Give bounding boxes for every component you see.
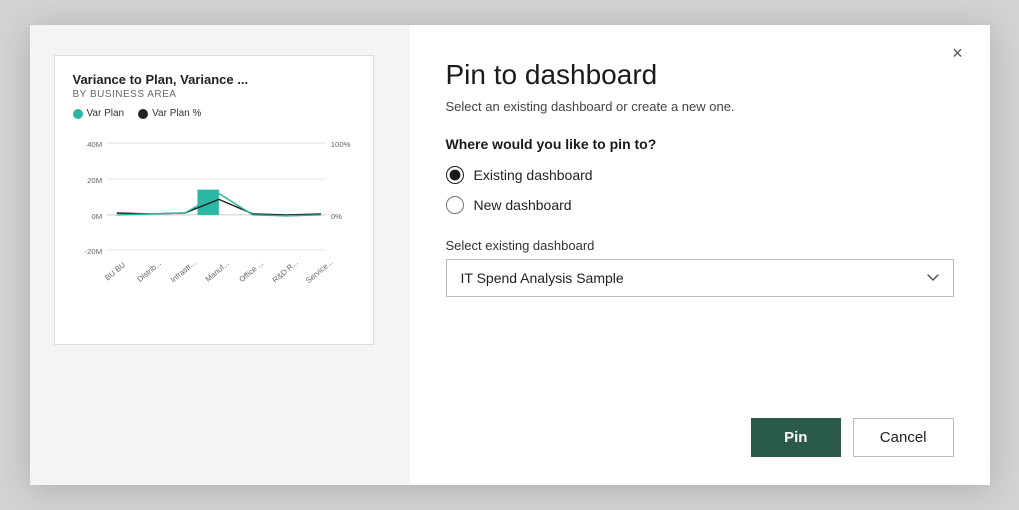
svg-text:100%: 100% [330, 140, 350, 149]
legend-label-var-plan: Var Plan [87, 108, 125, 119]
cancel-button[interactable]: Cancel [853, 418, 954, 457]
chart-preview-panel: Variance to Plan, Variance ... BY BUSINE… [30, 25, 410, 485]
pin-question: Where would you like to pin to? [446, 136, 954, 152]
svg-text:-20M: -20M [84, 247, 102, 256]
svg-text:Infrastr...: Infrastr... [168, 258, 197, 284]
select-existing-label: Select existing dashboard [446, 238, 954, 253]
chart-card: Variance to Plan, Variance ... BY BUSINE… [54, 55, 374, 345]
legend-item-var-plan: Var Plan [73, 108, 125, 119]
close-button[interactable]: × [944, 39, 972, 67]
svg-text:40M: 40M [87, 140, 102, 149]
svg-text:Distrib...: Distrib... [135, 259, 163, 284]
radio-new-dashboard[interactable]: New dashboard [446, 196, 954, 214]
dialog-title: Pin to dashboard [446, 59, 954, 91]
dialog-actions: Pin Cancel [446, 398, 954, 457]
bar-manuf [197, 190, 218, 215]
svg-text:Office ...: Office ... [237, 259, 265, 284]
overlay: Variance to Plan, Variance ... BY BUSINE… [0, 0, 1019, 510]
radio-new-label: New dashboard [474, 197, 572, 213]
chart-title: Variance to Plan, Variance ... [73, 72, 355, 87]
svg-text:0%: 0% [330, 212, 341, 221]
svg-text:R&D R...: R&D R... [270, 258, 299, 285]
dashboard-select[interactable]: IT Spend Analysis Sample [446, 259, 954, 297]
chart-subtitle: BY BUSINESS AREA [73, 89, 355, 100]
pin-dialog: Variance to Plan, Variance ... BY BUSINE… [30, 25, 990, 485]
svg-text:0M: 0M [91, 212, 102, 221]
radio-existing-input[interactable] [446, 166, 464, 184]
legend-label-var-plan-pct: Var Plan % [152, 108, 201, 119]
svg-text:20M: 20M [87, 176, 102, 185]
svg-text:Service...: Service... [304, 257, 335, 285]
radio-new-input[interactable] [446, 196, 464, 214]
legend-dot-var-plan-pct [138, 109, 148, 119]
chart-svg: 40M 20M 0M -20M 100% 0% [73, 127, 355, 297]
chart-legend: Var Plan Var Plan % [73, 108, 355, 119]
radio-existing-dashboard[interactable]: Existing dashboard [446, 166, 954, 184]
radio-group: Existing dashboard New dashboard [446, 166, 954, 214]
dialog-description: Select an existing dashboard or create a… [446, 99, 954, 114]
svg-text:BU BU: BU BU [103, 260, 127, 282]
dialog-form-panel: × Pin to dashboard Select an existing da… [410, 25, 990, 485]
legend-dot-var-plan [73, 109, 83, 119]
radio-existing-label: Existing dashboard [474, 167, 593, 183]
legend-item-var-plan-pct: Var Plan % [138, 108, 201, 119]
svg-text:Manuf...: Manuf... [203, 259, 230, 284]
pin-button[interactable]: Pin [751, 418, 841, 457]
